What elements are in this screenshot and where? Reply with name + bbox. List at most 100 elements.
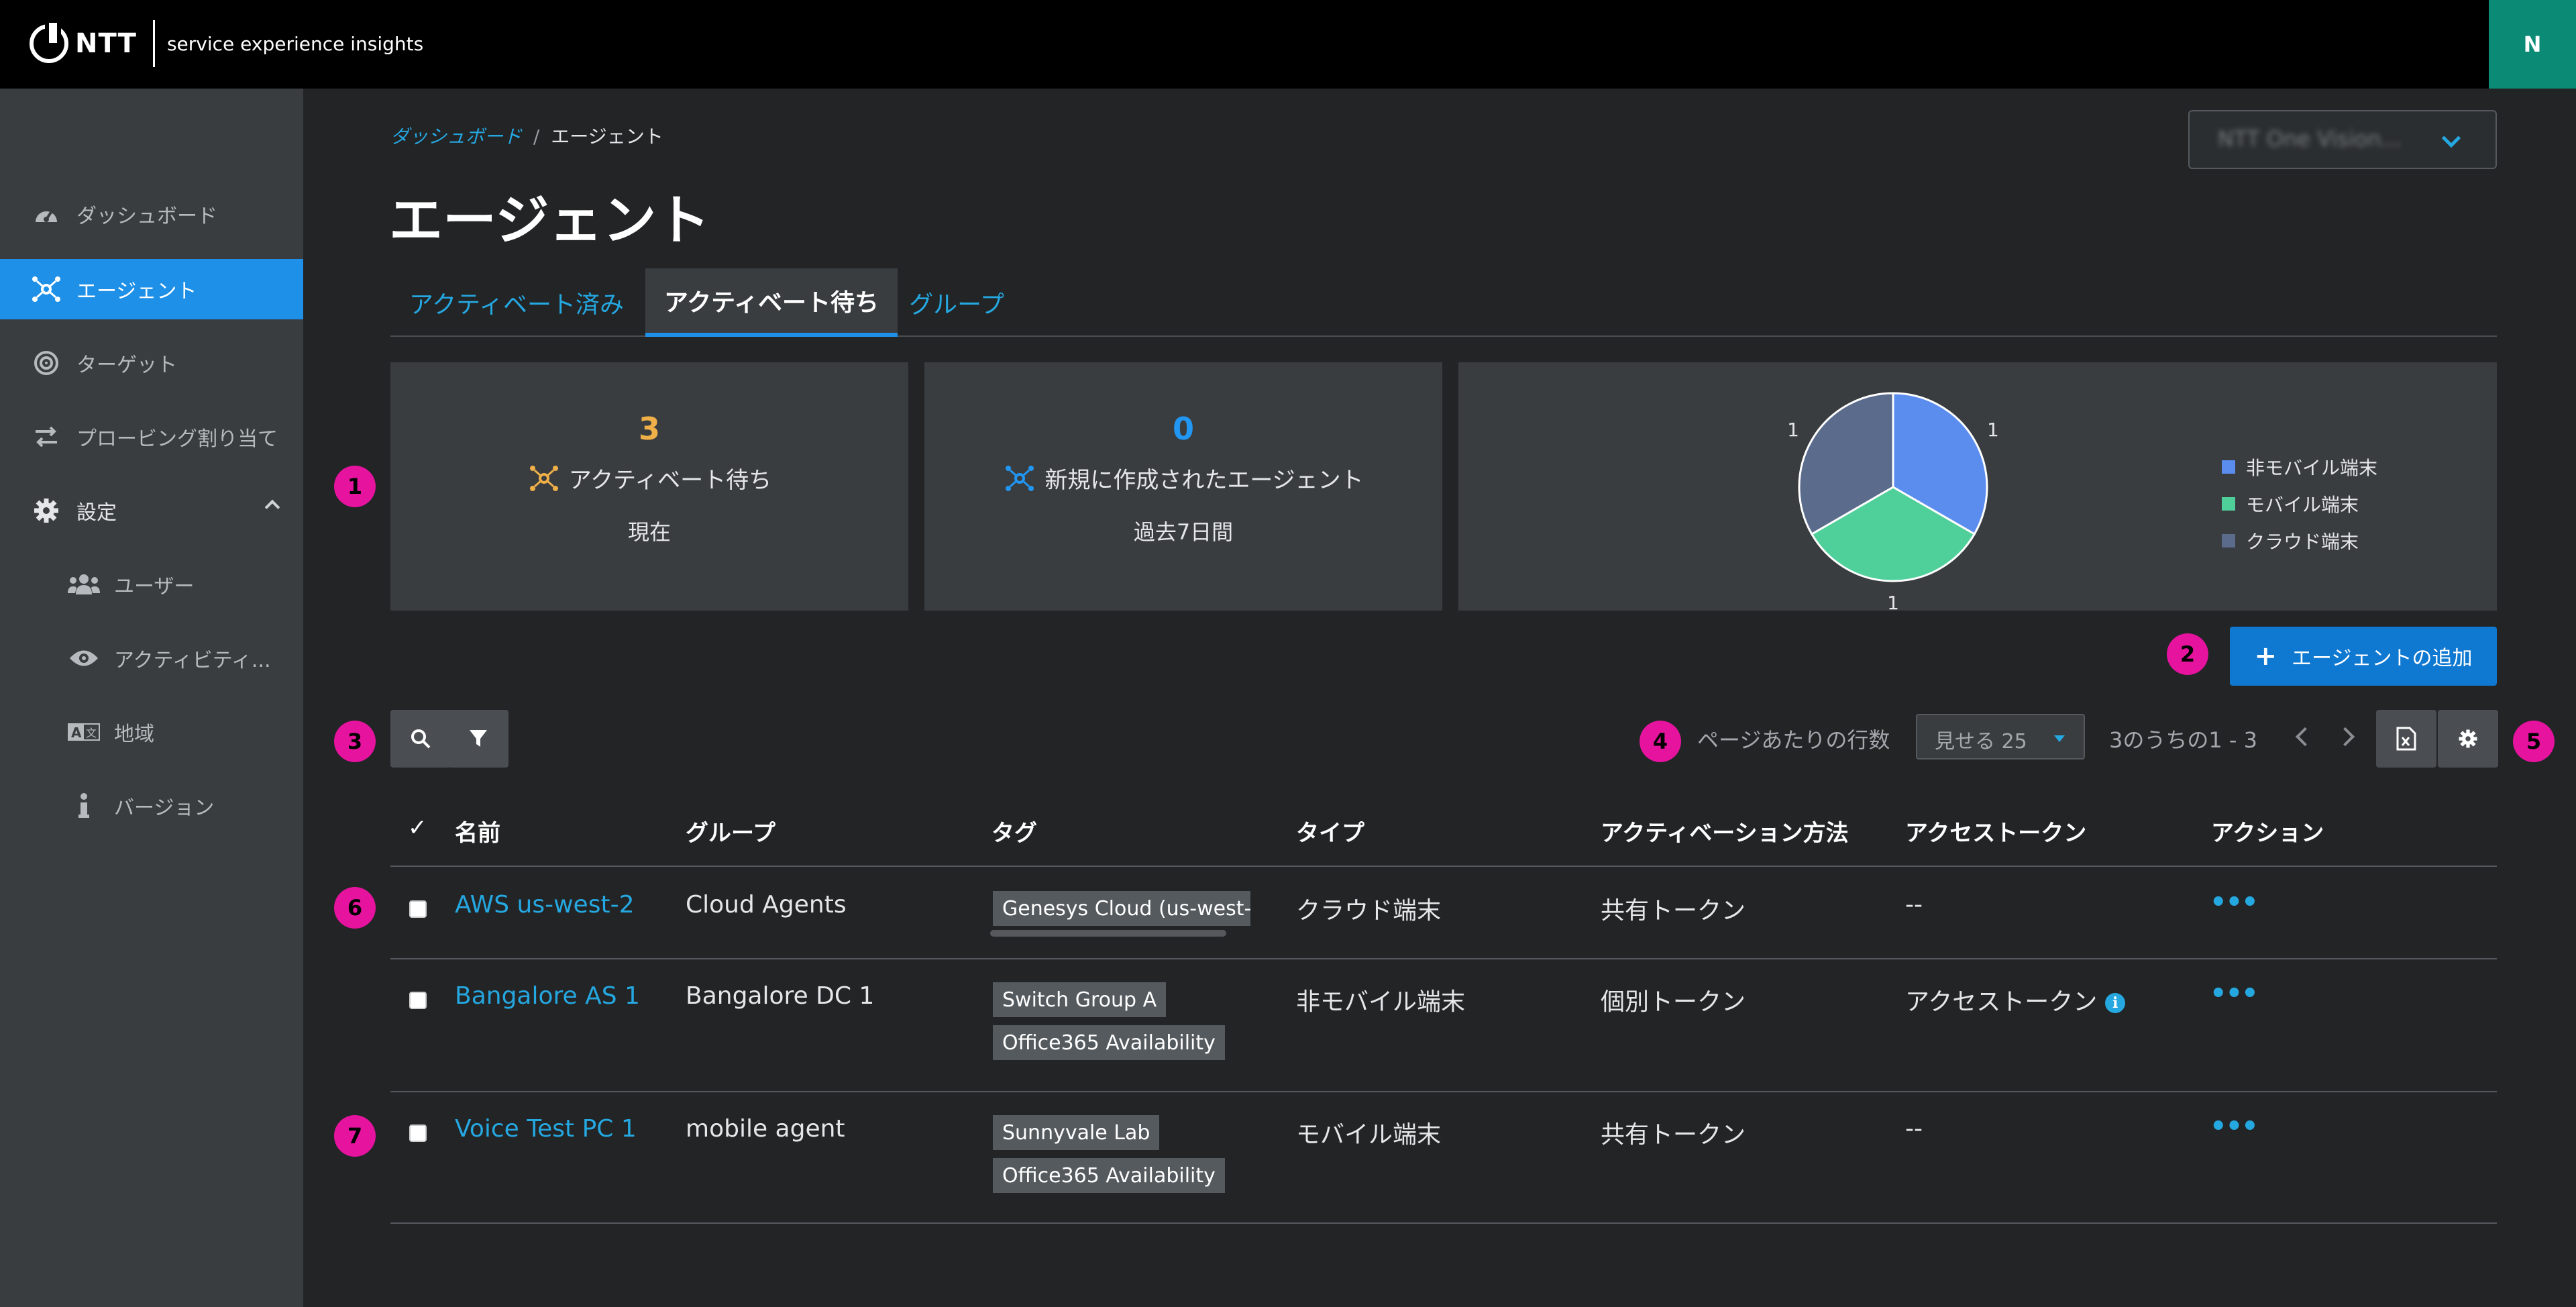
annotation-badge-5: 5 <box>2513 721 2555 762</box>
target-icon <box>30 346 63 380</box>
agent-type: モバイル端末 <box>1296 1121 1442 1149</box>
filter-button[interactable] <box>448 710 508 768</box>
legend-label: 非モバイル端末 <box>2246 456 2378 479</box>
stat-period: 過去7日間 <box>1133 519 1234 545</box>
agent-name-link[interactable]: Voice Test PC 1 <box>455 1115 637 1143</box>
legend-item[interactable]: モバイル端末 <box>2222 485 2377 522</box>
swap-arrows-icon <box>30 420 63 454</box>
agent-type: 非モバイル端末 <box>1296 988 1466 1016</box>
search-button[interactable] <box>390 710 451 768</box>
column-header-name[interactable]: 名前 <box>455 815 500 847</box>
activation-method: 共有トークン <box>1601 1121 1746 1149</box>
stat-label: アクティベート待ち <box>568 467 772 494</box>
tag-chip: Genesys Cloud (us-west-2 <box>993 891 1250 926</box>
ntt-logo[interactable]: NTT service experience insights <box>30 20 423 67</box>
sidebar-item-label: プロービング割り当て <box>76 427 278 451</box>
table-settings-button[interactable] <box>2438 710 2498 768</box>
agent-name-link[interactable]: Bangalore AS 1 <box>455 982 640 1010</box>
export-excel-button[interactable] <box>2376 710 2436 768</box>
sidebar-item-label: 設定 <box>76 501 117 525</box>
stat-card-new-agents: 0 新規に作成されたエージェント 過去7日間 <box>924 362 1442 611</box>
organization-select-value: NTT One Vision... <box>2218 126 2402 152</box>
add-agent-button[interactable]: + エージェントの追加 <box>2230 627 2497 686</box>
logo-divider <box>152 20 155 67</box>
select-all-check[interactable]: ✓ <box>408 815 427 841</box>
filter-icon <box>470 730 487 747</box>
row-actions-menu[interactable]: ••• <box>2210 978 2259 1009</box>
language-icon: A文 <box>67 715 101 749</box>
activation-method: 共有トークン <box>1601 897 1746 925</box>
svg-text:文: 文 <box>86 727 97 739</box>
sidebar-item-dashboard[interactable]: ダッシュボード <box>0 184 303 244</box>
user-avatar[interactable]: N <box>2489 0 2576 89</box>
sidebar-item-settings[interactable]: 設定 <box>0 480 303 541</box>
column-header-actions[interactable]: アクション <box>2211 815 2324 847</box>
row-checkbox[interactable] <box>409 900 427 918</box>
pie-data-label: 1 <box>1987 419 1999 441</box>
stat-value: 0 <box>1172 411 1194 447</box>
tag-chip: Office365 Availability <box>993 1158 1225 1193</box>
row-checkbox[interactable] <box>409 1125 427 1142</box>
next-page-icon[interactable] <box>2335 727 2355 747</box>
sidebar-item-agents[interactable]: エージェント <box>0 259 303 319</box>
agent-network-icon <box>30 272 63 306</box>
previous-page-icon[interactable] <box>2295 727 2315 747</box>
tab-activated[interactable]: アクティベート済み <box>390 268 643 337</box>
row-actions-menu[interactable]: ••• <box>2210 1111 2259 1142</box>
legend-item[interactable]: クラウド端末 <box>2222 522 2377 559</box>
stat-value: 3 <box>638 411 660 447</box>
agent-network-icon <box>1006 465 1034 491</box>
top-bar: NTT service experience insights N <box>0 0 2576 89</box>
tab-groups[interactable]: グループ <box>898 268 1016 337</box>
excel-file-icon <box>2396 727 2416 751</box>
annotation-badge-3: 3 <box>334 721 376 762</box>
sidebar-item-label: ダッシュボード <box>76 205 217 228</box>
organization-select[interactable]: NTT One Vision... <box>2188 110 2497 169</box>
tag-chip: Switch Group A <box>993 982 1167 1017</box>
breadcrumb: ダッシュボード / エージェント <box>390 122 663 149</box>
rows-per-page-label: ページあたりの行数 <box>1697 727 1890 753</box>
legend-label: クラウド端末 <box>2246 530 2359 553</box>
annotation-badge-6: 6 <box>334 887 376 929</box>
row-checkbox[interactable] <box>409 992 427 1009</box>
annotation-badge-2: 2 <box>2167 633 2208 675</box>
sidebar-item-targets[interactable]: ターゲット <box>0 333 303 393</box>
sidebar-item-users[interactable]: ユーザー <box>0 554 303 615</box>
page-title: エージェント <box>389 189 710 252</box>
tab-pending-activation[interactable]: アクティベート待ち <box>645 268 898 337</box>
info-icon[interactable]: i <box>2105 993 2126 1013</box>
breadcrumb-link-dashboard[interactable]: ダッシュボード <box>390 125 522 148</box>
stat-period: 現在 <box>627 519 671 545</box>
eye-icon <box>67 641 101 675</box>
annotation-badge-7: 7 <box>334 1115 376 1157</box>
access-token: アクセストークン <box>1905 988 2098 1016</box>
svg-text:A: A <box>71 725 82 741</box>
pie-data-label: 1 <box>1887 592 1899 611</box>
column-header-activation-method[interactable]: アクティベーション方法 <box>1601 815 1849 847</box>
breadcrumb-current: エージェント <box>551 125 663 148</box>
sidebar-item-probing-assignment[interactable]: プロービング割り当て <box>0 407 303 467</box>
pagination-range: 3のうちの1 - 3 <box>2109 727 2257 753</box>
agent-network-icon <box>529 465 558 491</box>
ntt-logo-icon <box>30 23 68 63</box>
sidebar-item-region[interactable]: A文 地域 <box>0 702 303 762</box>
legend-swatch <box>2222 533 2235 547</box>
pie-data-label: 1 <box>1787 419 1799 441</box>
stat-card-pending: 3 アクティベート待ち 現在 <box>390 362 908 611</box>
sidebar-item-label: エージェント <box>76 280 197 303</box>
gear-icon <box>30 494 63 527</box>
chevron-up-icon <box>264 499 280 515</box>
column-header-tags[interactable]: タグ <box>991 815 1037 847</box>
column-header-access-token[interactable]: アクセストークン <box>1905 815 2086 847</box>
caret-down-icon <box>2054 735 2065 742</box>
rows-per-page-select[interactable]: 見せる 25 <box>1916 714 2085 760</box>
column-header-group[interactable]: グループ <box>686 815 775 847</box>
tag-chip: Office365 Availability <box>993 1025 1225 1060</box>
sidebar-item-version[interactable]: バージョン <box>0 776 303 836</box>
tags-horizontal-scrollbar[interactable] <box>990 930 1226 937</box>
row-actions-menu[interactable]: ••• <box>2210 887 2259 918</box>
sidebar-item-activity[interactable]: アクティビティ... <box>0 628 303 688</box>
column-header-type[interactable]: タイプ <box>1296 815 1364 847</box>
agent-name-link[interactable]: AWS us-west-2 <box>455 891 634 919</box>
legend-item[interactable]: 非モバイル端末 <box>2222 448 2377 485</box>
